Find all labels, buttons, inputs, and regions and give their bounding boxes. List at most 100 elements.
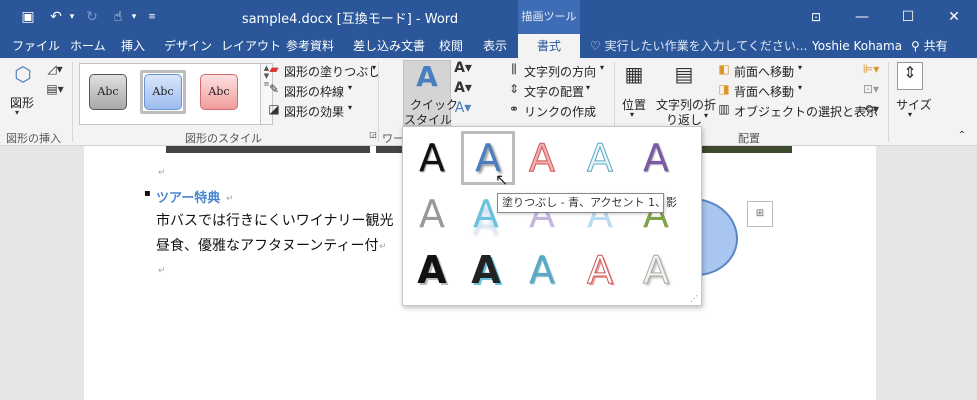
mouse-cursor-icon: ↖	[495, 170, 509, 189]
minimize-icon[interactable]: —	[839, 0, 885, 34]
wordart-style-13[interactable]: A	[517, 245, 567, 295]
bring-forward-dropdown-icon[interactable]: ▾	[798, 63, 802, 72]
tab-home[interactable]: ホーム	[70, 34, 106, 58]
wordart-quick-style-gallery: A A A A A A A A A A A A A A A ⋰	[402, 126, 702, 306]
wordart-style-6[interactable]: A	[407, 189, 457, 239]
body-line-2[interactable]: 昼食、優雅なアフタヌーンティー付	[156, 235, 378, 255]
shape-style-red[interactable]: Abc	[200, 74, 238, 110]
shape-style-blue[interactable]: Abc	[144, 74, 182, 110]
text-direction-dropdown-icon[interactable]: ▾	[600, 63, 604, 72]
tab-design[interactable]: デザイン	[164, 34, 212, 58]
shape-fill-dropdown-icon[interactable]: ▾	[372, 63, 376, 72]
paragraph-mark: ↵	[158, 266, 166, 276]
group-separator	[378, 62, 379, 142]
quick-style-icon[interactable]: A	[408, 60, 446, 93]
effects-icon: ◪	[268, 102, 280, 116]
position-icon[interactable]: ▦	[622, 62, 646, 90]
layout-options-icon[interactable]: ⊞	[747, 201, 773, 227]
send-backward-button[interactable]: 背面へ移動	[734, 83, 794, 100]
shape-effects-button[interactable]: 図形の効果	[284, 103, 344, 120]
send-backward-dropdown-icon[interactable]: ▾	[798, 83, 802, 92]
resize-grip-icon[interactable]: ⋰	[690, 294, 698, 303]
tab-format[interactable]: 書式	[518, 34, 580, 58]
dialog-launcher-icon[interactable]: ◲	[368, 130, 378, 139]
bring-forward-button[interactable]: 前面へ移動	[734, 63, 794, 80]
shape-fill-button[interactable]: 図形の塗りつぶし	[284, 63, 380, 80]
wrap-text-icon[interactable]: ▤	[672, 62, 696, 90]
ribbon-display-icon[interactable]: ⊡	[793, 0, 839, 34]
user-name[interactable]: Yoshie Kohama	[812, 34, 902, 58]
bullet-icon: ▪	[144, 188, 151, 199]
shape-effects-dropdown-icon[interactable]: ▾	[348, 103, 352, 112]
wordart-style-3[interactable]: A	[517, 133, 567, 183]
share-button[interactable]: ⚲ 共有	[911, 34, 971, 58]
paragraph-mark: ↵	[226, 194, 234, 204]
group-label-wordart-partial: ワー	[382, 132, 404, 145]
context-tab-drawing-tools: 描画ツール	[518, 0, 580, 34]
group-label-arrange: 配置	[738, 132, 760, 145]
tab-references[interactable]: 参考資料	[286, 34, 334, 58]
wordart-style-12[interactable]: A	[461, 245, 511, 295]
shape-style-gray[interactable]: Abc	[89, 74, 127, 110]
selection-pane-button[interactable]: オブジェクトの選択と表示	[734, 103, 878, 120]
wordart-style-11[interactable]: A	[407, 245, 457, 295]
shapes-dropdown-icon[interactable]: ▾	[10, 108, 24, 117]
ribbon-tab-bar: ファイル ホーム 挿入 デザイン レイアウト 参考資料 差し込み文書 校閲 表示…	[0, 34, 977, 58]
tab-insert[interactable]: 挿入	[121, 34, 145, 58]
text-box-icon[interactable]: ▤▾	[44, 82, 66, 96]
edit-shape-icon[interactable]: ◿▾	[44, 62, 66, 76]
close-icon[interactable]: ✕	[931, 0, 977, 34]
photo-right-2	[702, 146, 792, 153]
create-link-button[interactable]: リンクの作成	[524, 103, 596, 120]
size-dropdown-icon[interactable]: ▾	[908, 110, 912, 119]
wordart-style-14[interactable]: A	[575, 245, 625, 295]
paragraph-mark: ↵	[379, 242, 387, 252]
tab-review[interactable]: 校閲	[439, 34, 463, 58]
align-text-button[interactable]: 文字の配置	[524, 83, 584, 100]
wordart-style-15[interactable]: A	[631, 245, 681, 295]
tab-file[interactable]: ファイル	[12, 34, 60, 58]
collapse-ribbon-icon[interactable]: ⌃	[955, 130, 969, 141]
bring-forward-icon: ◧	[718, 62, 730, 76]
rotate-icon[interactable]: ⟲▾	[860, 102, 882, 116]
position-dropdown-icon[interactable]: ▾	[630, 110, 634, 119]
tab-layout[interactable]: レイアウト	[221, 34, 281, 58]
outline-icon: ✎	[268, 82, 280, 96]
paragraph-mark: ↵	[158, 168, 166, 178]
shape-style-gallery: Abc Abc Abc	[79, 63, 261, 125]
tab-mailings[interactable]: 差し込み文書	[353, 34, 425, 58]
group-separator	[72, 62, 73, 142]
heading-tour-benefits[interactable]: ツアー特典	[156, 187, 220, 206]
person-icon: ⚲	[911, 39, 920, 53]
size-button[interactable]: サイズ	[896, 96, 932, 113]
link-icon: ⚭	[508, 102, 520, 116]
size-icon[interactable]: ⇕	[897, 62, 923, 90]
maximize-icon[interactable]: ☐	[885, 0, 931, 34]
align-text-dropdown-icon[interactable]: ▾	[586, 83, 590, 92]
photo-right	[376, 146, 402, 153]
text-direction-icon: ⫼	[511, 62, 517, 76]
title-bar: ▣ ↶ ▾ ↻ ☝ ▾ ≡ sample4.docx [互換モード] - Wor…	[0, 0, 977, 34]
selection-pane-icon: ▥	[718, 102, 730, 116]
text-direction-button[interactable]: 文字列の方向	[524, 63, 596, 80]
group-objects-icon[interactable]: ⊡▾	[860, 82, 882, 96]
wrap-text-dropdown-icon[interactable]: ▾	[704, 111, 708, 120]
photo-left	[166, 146, 370, 153]
group-separator	[888, 62, 889, 142]
shape-outline-dropdown-icon[interactable]: ▾	[348, 83, 352, 92]
text-effects-icon[interactable]: A▾	[452, 100, 474, 116]
shape-outline-button[interactable]: 図形の枠線	[284, 83, 344, 100]
body-line-1[interactable]: 市バスでは行きにくいワイナリー観光	[156, 210, 393, 230]
text-outline-icon[interactable]: A▾	[452, 80, 474, 96]
wordart-tooltip: 塗りつぶし - 青、アクセント 1、影	[497, 193, 677, 213]
wordart-style-1[interactable]: A	[407, 133, 457, 183]
fill-icon: ▰	[269, 62, 279, 76]
wordart-style-4[interactable]: A	[575, 133, 625, 183]
tell-me-box[interactable]: ♡ 実行したい作業を入力してください...	[590, 34, 807, 58]
shapes-icon[interactable]: ⬡	[8, 62, 38, 90]
tab-view[interactable]: 表示	[483, 34, 507, 58]
wordart-style-5[interactable]: A	[631, 133, 681, 183]
tell-me-text: 実行したい作業を入力してください...	[604, 39, 808, 53]
align-objects-icon[interactable]: ⊫▾	[860, 62, 882, 76]
text-fill-icon[interactable]: A▾	[452, 60, 474, 76]
